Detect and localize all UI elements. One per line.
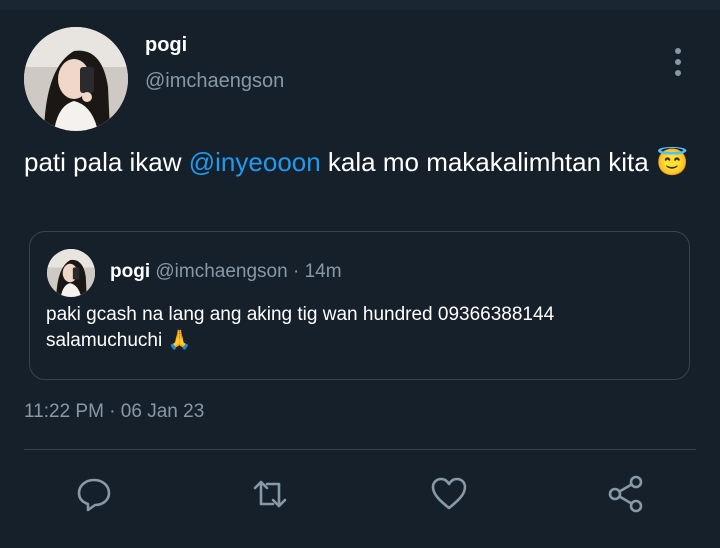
tweet-text: pati pala ikaw @inyeooon kala mo makakal…: [24, 146, 704, 178]
quoted-author-avatar: [47, 249, 95, 297]
quoted-tweet-time: · 14m: [292, 261, 342, 282]
tweet-text-part: pati pala ikaw: [24, 147, 189, 177]
reply-icon[interactable]: [74, 474, 114, 514]
quoted-tweet-card[interactable]: pogi @imchaengson · 14m paki gcash na la…: [29, 231, 690, 380]
quoted-author-handle: @imchaengson: [155, 261, 288, 282]
tweet-text-part: kala mo makakalimhtan kita: [320, 147, 656, 177]
author-handle[interactable]: @imchaengson: [145, 70, 284, 93]
share-icon[interactable]: [606, 474, 646, 514]
quoted-author-name: pogi: [110, 261, 151, 282]
quoted-text-body: paki gcash na lang ang aking tig wan hun…: [46, 304, 555, 351]
more-options-icon[interactable]: [668, 48, 688, 76]
smiling-halo-emoji: 😇: [655, 147, 689, 177]
quoted-tweet-text: paki gcash na lang ang aking tig wan hun…: [46, 302, 666, 354]
folded-hands-emoji: 🙏: [167, 330, 192, 351]
author-avatar[interactable]: [24, 27, 128, 131]
top-divider: [0, 0, 720, 10]
tweet-timestamp: 11:22 PM · 06 Jan 23: [24, 401, 205, 422]
mention-link[interactable]: @inyeooon: [189, 147, 321, 177]
quoted-tweet-header: pogi @imchaengson · 14m: [110, 261, 342, 283]
author-name[interactable]: pogi: [145, 34, 187, 57]
like-icon[interactable]: [429, 474, 469, 514]
retweet-icon[interactable]: [250, 474, 290, 514]
actions-divider: [24, 449, 696, 450]
